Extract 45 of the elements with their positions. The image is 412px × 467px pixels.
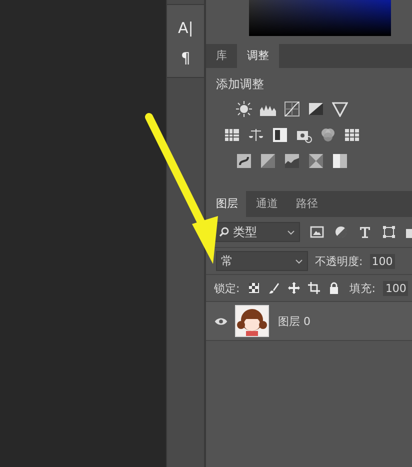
opacity-field[interactable]: 100 <box>370 254 395 268</box>
image-filter-icon[interactable] <box>310 225 324 239</box>
panel-heading: 添加调整 <box>216 76 265 93</box>
levels-icon[interactable] <box>224 127 240 143</box>
color-field[interactable] <box>249 0 391 36</box>
curves-icon[interactable] <box>284 101 300 117</box>
panel-tab[interactable]: 路径 <box>286 191 326 217</box>
wave-square-icon[interactable] <box>284 153 300 169</box>
opacity-label: 不透明度: <box>315 254 363 268</box>
brush-icon[interactable] <box>268 282 280 294</box>
gradient-bar-icon[interactable] <box>332 153 348 169</box>
layer-row[interactable]: 图层 0 <box>206 302 412 341</box>
lock-label: 锁定: <box>214 280 240 296</box>
layer-name: 图层 0 <box>278 314 310 328</box>
fill-label: 填充: <box>350 280 376 296</box>
tool-glyph[interactable]: ¶ <box>180 49 190 67</box>
panel-tab[interactable]: 库 <box>206 44 237 68</box>
panel-tab[interactable]: 调整 <box>237 44 279 68</box>
filter-dropdown[interactable]: 类型 <box>214 222 300 242</box>
grid-icon[interactable] <box>344 127 360 143</box>
tool-glyph[interactable]: A| <box>178 19 194 37</box>
fill-field[interactable]: 100 <box>383 280 408 296</box>
exposure-icon[interactable] <box>308 101 324 117</box>
eye-icon[interactable] <box>214 316 228 326</box>
lock-icon[interactable] <box>328 282 340 294</box>
gradient-square-icon[interactable] <box>260 153 276 169</box>
crop-icon[interactable] <box>308 282 320 294</box>
scales-icon[interactable] <box>248 127 264 143</box>
checker-icon[interactable] <box>248 282 260 294</box>
search-icon <box>219 227 229 237</box>
split-square-icon[interactable] <box>272 127 288 143</box>
shape-filter-icon[interactable] <box>382 225 396 239</box>
circles-icon[interactable] <box>320 127 336 143</box>
panel-tab[interactable]: 通道 <box>246 191 286 217</box>
panel-tab[interactable]: 图层 <box>206 191 246 217</box>
move-icon[interactable] <box>288 282 300 294</box>
triangle-icon[interactable] <box>332 101 348 117</box>
blend-mode-dropdown[interactable]: 常 <box>216 251 308 271</box>
caret-icon <box>287 230 295 234</box>
brightness-icon[interactable] <box>236 101 252 117</box>
type-filter-icon[interactable] <box>358 225 372 239</box>
swirl-square-icon[interactable] <box>236 153 252 169</box>
hourglass-square-icon[interactable] <box>308 153 324 169</box>
caret-icon <box>295 258 303 264</box>
adjustment-filter-icon[interactable] <box>334 225 348 239</box>
